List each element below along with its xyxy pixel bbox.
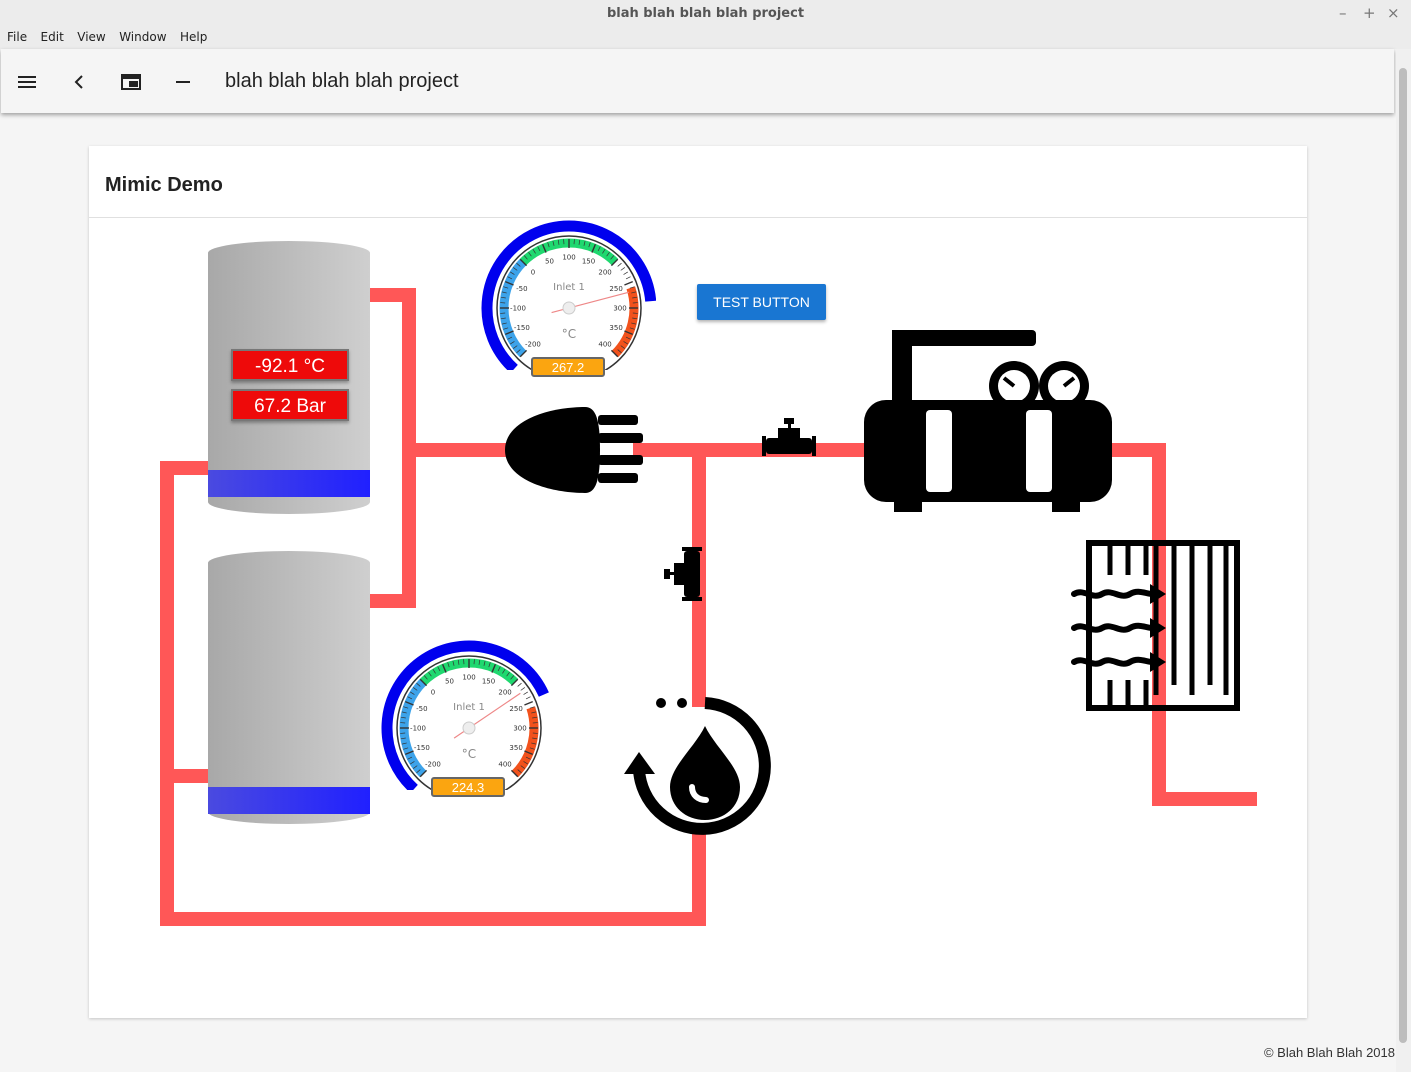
gauge-tick-label: -100	[510, 305, 526, 313]
gauge-tick-label: 50	[445, 677, 454, 685]
tank-lower	[208, 551, 370, 824]
valve-vertical-icon[interactable]	[662, 545, 708, 603]
gauge-label: Inlet 1	[553, 282, 585, 293]
gauge-tick-label: 50	[545, 257, 554, 265]
gauge-tick-label: -150	[414, 744, 430, 752]
gauge-tick-label: 250	[509, 705, 522, 713]
compressor-icon	[864, 330, 1112, 512]
gauge-unit: °C	[462, 747, 476, 761]
gauge-tick-label: 300	[613, 305, 626, 313]
gauge-tick-label: 350	[609, 324, 622, 332]
valve-horizontal-icon[interactable]	[760, 416, 818, 460]
gauge-tick-label: 200	[598, 268, 611, 276]
footer-copyright: © Blah Blah Blah 2018	[1263, 1045, 1395, 1060]
cooler-icon	[1071, 540, 1240, 711]
gauge-tick-label: 0	[531, 268, 535, 276]
water-pump-icon	[624, 697, 771, 835]
temperature-readout: -92.1 °C	[231, 349, 349, 381]
gauge-2-value: 224.3	[431, 777, 505, 797]
gauge-tick-label: -150	[514, 324, 530, 332]
inlet-gauge-2: -200 -150 -100 -50 0 50 100 150200 250 300 350 400 I…	[381, 640, 549, 790]
gauge-hub	[562, 301, 576, 315]
gauge-tick-label: -100	[410, 725, 426, 733]
gauge-tick-label: -200	[525, 341, 541, 349]
inlet-gauge-1: -200 -150 -100 -50 0 50 100 150200 250 300 350 400 I…	[481, 220, 656, 370]
tank-lower-level-band	[208, 787, 370, 814]
gauge-hub	[462, 721, 476, 735]
gauge-tick-label: 150	[482, 677, 495, 685]
scrollbar-thumb[interactable]	[1399, 68, 1407, 1043]
burner-icon	[505, 407, 643, 493]
gauge-tick-label: 350	[509, 744, 522, 752]
gauge-tick-label: 200	[498, 688, 511, 696]
gauge-tick-label: 250	[609, 285, 622, 293]
gauge-tick-label: -200	[425, 761, 441, 769]
tank-upper-level-band	[208, 470, 370, 497]
gauge-tick-label: 400	[498, 761, 511, 769]
gauge-tick-label: 0	[431, 688, 435, 696]
pipe-network	[160, 288, 1257, 926]
gauge-tick-label: 100	[562, 254, 575, 262]
gauge-1-value: 267.2	[531, 357, 605, 377]
gauge-tick-label: 150	[582, 257, 595, 265]
gauge-tick-label: 100	[462, 674, 475, 682]
gauge-tick-label: 300	[513, 725, 526, 733]
gauge-tick-label: 400	[598, 341, 611, 349]
gauge-tick-label: -50	[416, 705, 427, 713]
gauge-tick-label: -50	[516, 285, 527, 293]
gauge-label: Inlet 1	[453, 702, 485, 713]
test-button[interactable]: TEST BUTTON	[697, 284, 826, 320]
pressure-readout: 67.2 Bar	[231, 389, 349, 421]
gauge-unit: °C	[562, 327, 576, 341]
